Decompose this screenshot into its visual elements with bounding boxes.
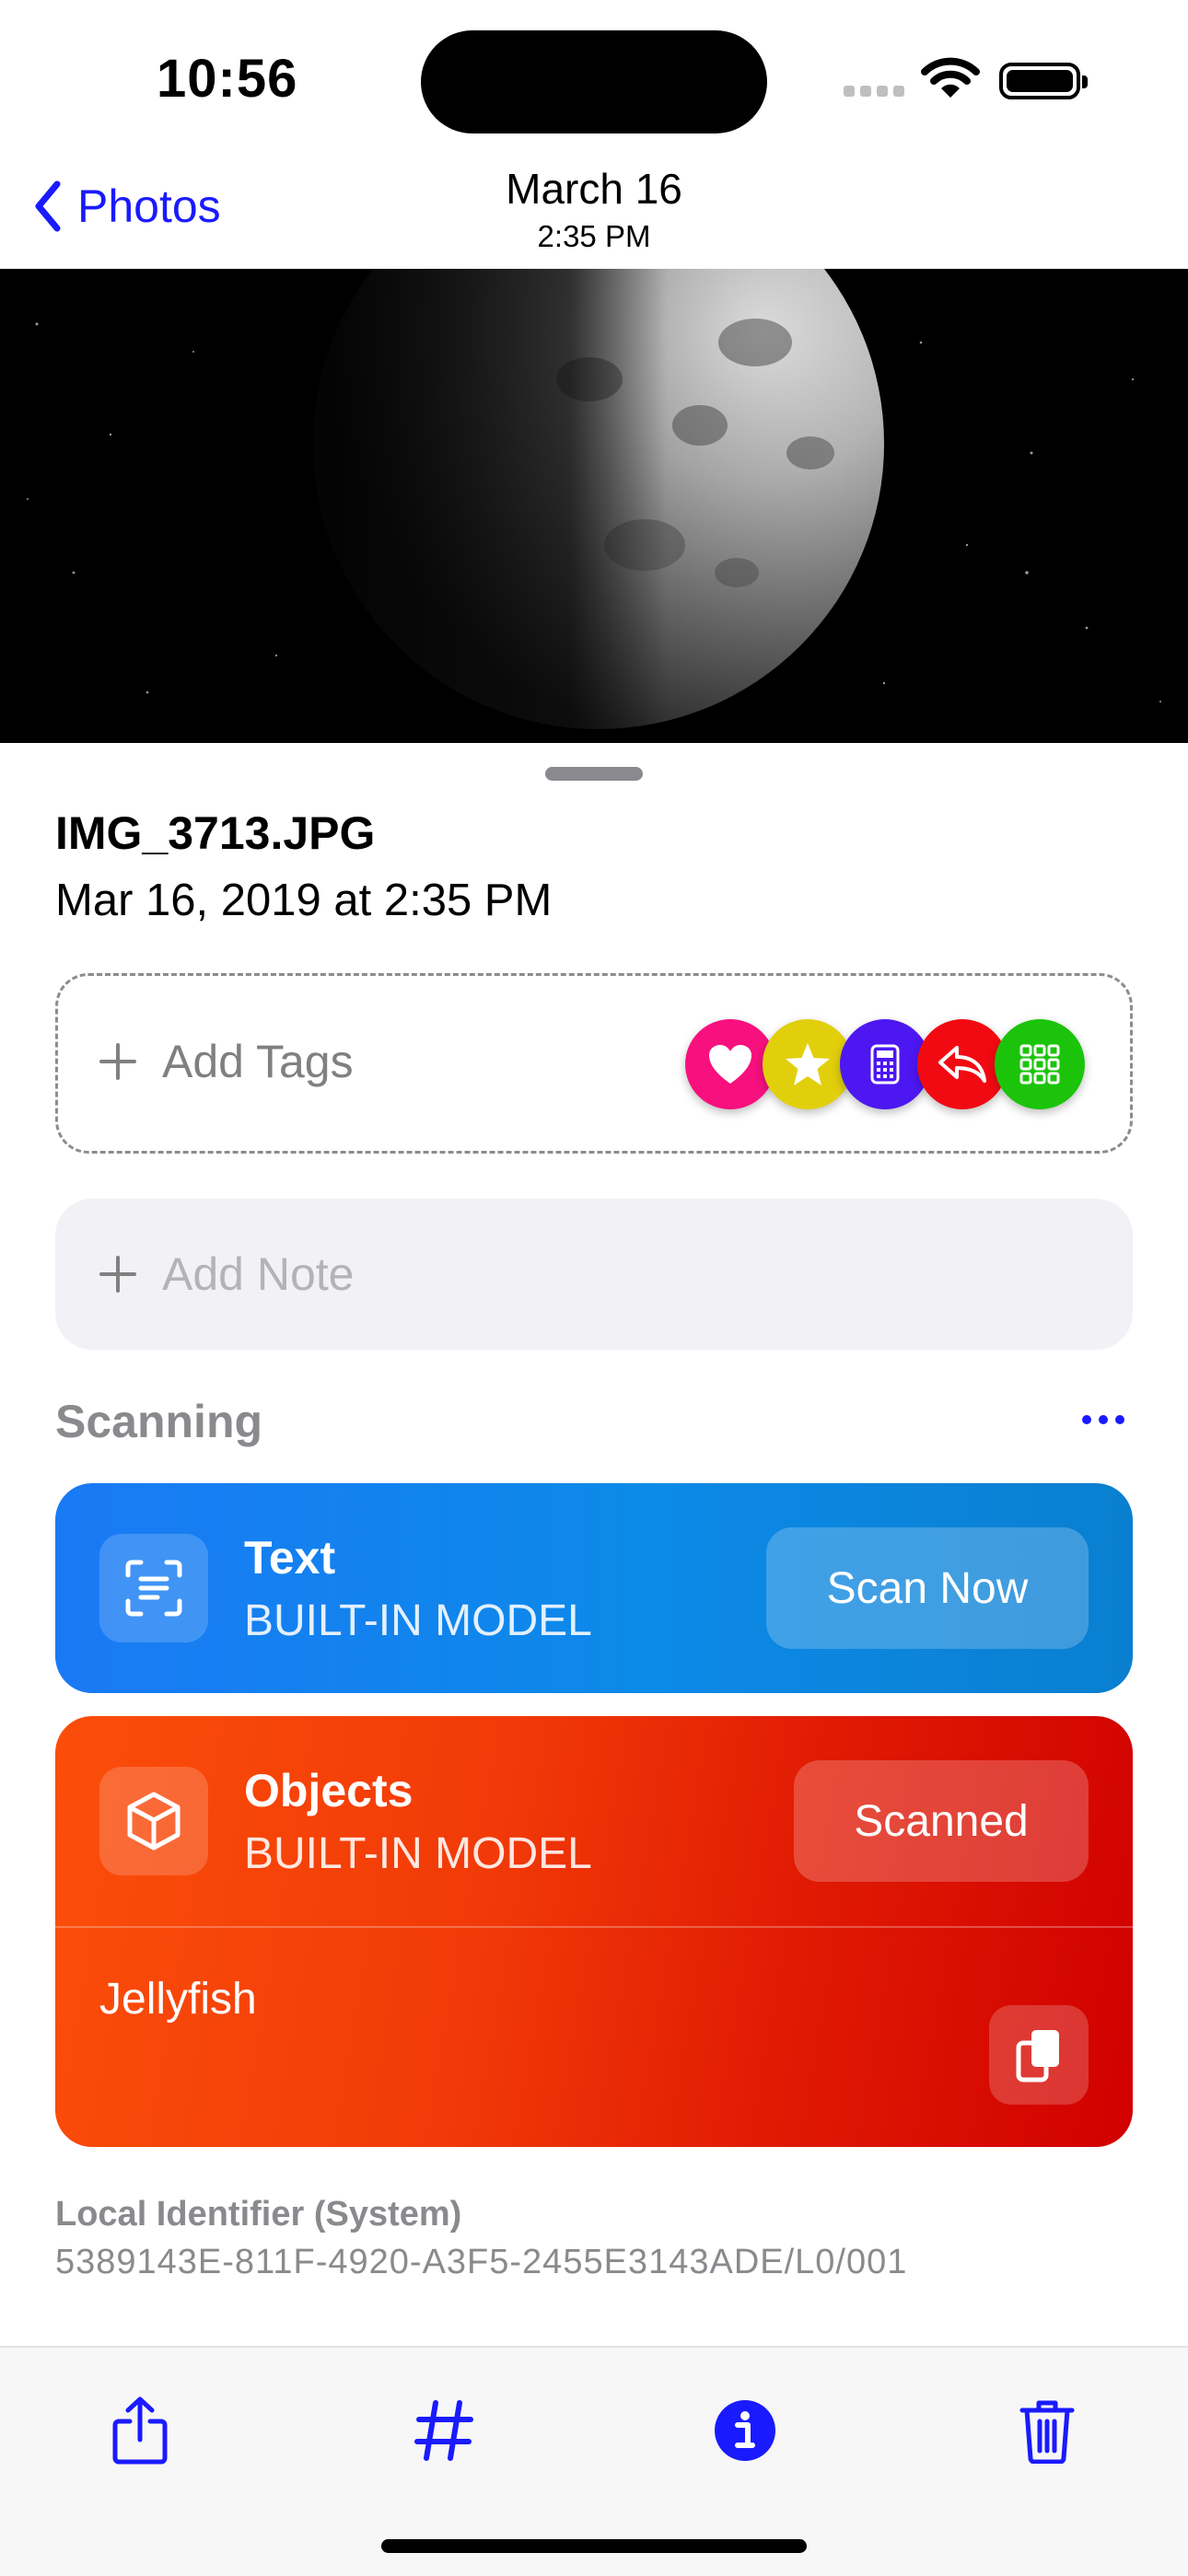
file-date: Mar 16, 2019 at 2:35 PM [55,876,553,925]
tags-toolbar-button[interactable] [398,2385,490,2477]
cube-icon [99,1767,208,1875]
text-card-subtitle: BUILT-IN MODEL [244,1596,592,1645]
add-tags-button[interactable]: Add Tags [99,1035,354,1088]
object-result-label: Jellyfish [99,1975,257,2024]
heart-icon [709,1045,751,1084]
star-icon [786,1043,830,1085]
plus-icon [99,1256,136,1293]
add-note-label: Add Note [162,1248,355,1300]
info-button[interactable] [699,2385,791,2477]
reply-icon [938,1046,986,1083]
text-card-title: Text [244,1532,336,1584]
share-icon [112,2396,168,2465]
cellular-signal-icon [844,85,910,101]
plus-icon [99,1043,136,1080]
battery-icon [999,63,1088,99]
grid-tag-button[interactable] [995,1019,1085,1109]
scan-now-button[interactable]: Scan Now [766,1527,1089,1649]
add-tags-label: Add Tags [162,1036,354,1087]
delete-button[interactable] [1001,2385,1093,2477]
share-button[interactable] [94,2385,186,2477]
more-options-icon[interactable] [1082,1415,1124,1424]
text-scan-card: Text BUILT-IN MODEL Scan Now [55,1483,1133,1693]
objects-card-title: Objects [244,1765,413,1816]
card-divider [55,1926,1133,1928]
dynamic-island [421,30,767,133]
add-note-button[interactable]: Add Note [99,1247,354,1301]
copy-icon [1016,2030,1059,2083]
info-icon [715,2400,775,2461]
scanned-button[interactable]: Scanned [794,1760,1089,1882]
local-identifier-value: 5389143E-811F-4920-A3F5-2455E3143ADE/L0/… [55,2243,908,2281]
sheet-grabber[interactable] [545,767,643,781]
copy-button[interactable] [989,2005,1089,2105]
calculator-icon [870,1044,900,1085]
local-identifier-label: Local Identifier (System) [55,2195,462,2234]
home-indicator [381,2539,807,2553]
text-scan-icon [99,1534,208,1642]
objects-card-subtitle: BUILT-IN MODEL [244,1829,592,1878]
nav-title: March 16 [506,165,682,213]
nav-subtitle: 2:35 PM [537,219,651,253]
objects-scan-card: Objects BUILT-IN MODEL Scanned Jellyfish [55,1716,1133,2147]
scanning-section-label: Scanning [55,1396,263,1447]
wifi-icon [921,55,980,104]
trash-icon [1019,2400,1075,2464]
status-time: 10:56 [157,49,298,109]
photo-preview[interactable] [0,269,1188,743]
hashtag-icon [414,2400,473,2461]
file-name: IMG_3713.JPG [55,807,376,859]
grid-icon [1019,1044,1060,1085]
